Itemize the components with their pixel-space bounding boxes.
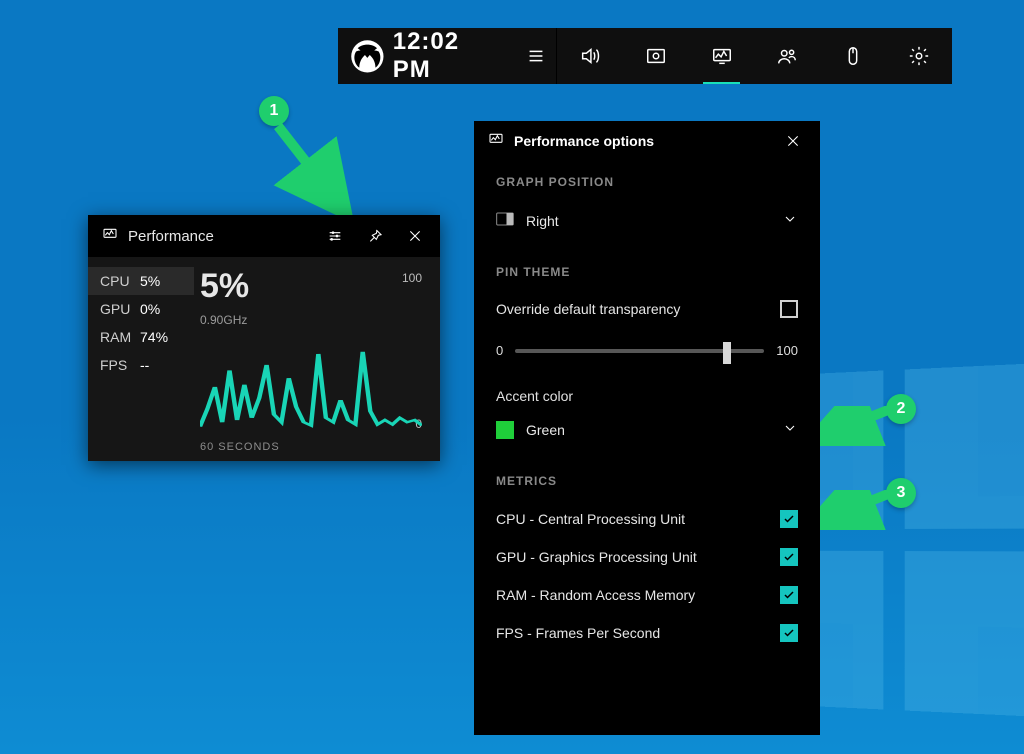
performance-options-panel: Performance options GRAPH POSITION Right… [474, 121, 820, 735]
options-titlebar: Performance options [474, 121, 820, 161]
options-close-button[interactable] [778, 126, 808, 156]
override-transparency-row[interactable]: Override default transparency [496, 291, 798, 327]
override-transparency-checkbox[interactable] [780, 300, 798, 318]
annotation-badge-3: 3 [886, 478, 916, 508]
metric-ram-checkbox[interactable] [780, 586, 798, 604]
slider-max: 100 [776, 343, 798, 358]
metric-list: CPU 5% GPU 0% RAM 74% FPS -- [88, 257, 194, 461]
accent-color-dropdown[interactable]: Green [496, 410, 798, 450]
graph-position-icon [496, 212, 514, 231]
metric-row-cpu[interactable]: CPU 5% [88, 267, 194, 295]
accent-color-value: Green [526, 422, 565, 438]
metric-row-ram[interactable]: RAM 74% [88, 323, 194, 351]
annotation-arrow-3 [808, 490, 898, 530]
performance-titlebar: Performance [88, 215, 440, 257]
audio-icon[interactable] [557, 28, 623, 84]
widgets-list-icon[interactable] [515, 28, 556, 84]
gamebar-time: 12:02 PM [387, 28, 516, 84]
metric-cpu-checkbox[interactable] [780, 510, 798, 528]
annotation-badge-2: 2 [886, 394, 916, 424]
graph-position-label: GRAPH POSITION [496, 175, 798, 189]
accent-color-label: Accent color [496, 388, 798, 404]
metric-gpu-row[interactable]: GPU - Graphics Processing Unit [496, 538, 798, 576]
x-axis-label: 60 SECONDS [200, 441, 280, 453]
performance-widget: Performance CPU 5% GPU 0% RAM 74% [88, 215, 440, 461]
performance-icon[interactable] [689, 28, 755, 84]
pin-theme-label: PIN THEME [496, 265, 798, 279]
cpu-chart [200, 321, 422, 431]
metric-row-gpu[interactable]: GPU 0% [88, 295, 194, 323]
close-button[interactable] [400, 221, 430, 251]
big-metric-value: 5% [200, 269, 422, 303]
mouse-icon[interactable] [820, 28, 886, 84]
metric-fps-row[interactable]: FPS - Frames Per Second [496, 614, 798, 652]
metric-gpu-checkbox[interactable] [780, 548, 798, 566]
metrics-label: METRICS [496, 474, 798, 488]
annotation-badge-1: 1 [259, 96, 289, 126]
metric-row-fps[interactable]: FPS -- [88, 351, 194, 379]
performance-title-icon [102, 226, 118, 247]
graph-position-dropdown[interactable]: Right [496, 201, 798, 241]
graph-position-value: Right [526, 213, 559, 229]
y-axis-max: 100 [402, 271, 422, 285]
slider-track[interactable] [515, 349, 764, 353]
accent-color-swatch [496, 421, 514, 439]
annotation-arrow-2 [808, 406, 898, 446]
performance-title: Performance [128, 228, 310, 245]
metrics-checklist: CPU - Central Processing Unit GPU - Grap… [496, 500, 798, 652]
slider-thumb[interactable] [723, 342, 731, 364]
chevron-down-icon [782, 420, 798, 441]
metric-fps-checkbox[interactable] [780, 624, 798, 642]
pin-button[interactable] [360, 221, 390, 251]
xbox-icon [338, 37, 387, 76]
transparency-slider[interactable]: 0 100 [496, 343, 798, 358]
chevron-down-icon [782, 211, 798, 232]
options-title-icon [488, 131, 504, 152]
performance-settings-button[interactable] [320, 221, 350, 251]
metric-ram-row[interactable]: RAM - Random Access Memory [496, 576, 798, 614]
options-title: Performance options [514, 133, 768, 149]
gamebar: 12:02 PM [338, 28, 952, 84]
social-icon[interactable] [754, 28, 820, 84]
metric-cpu-row[interactable]: CPU - Central Processing Unit [496, 500, 798, 538]
capture-icon[interactable] [623, 28, 689, 84]
slider-min: 0 [496, 343, 503, 358]
settings-icon[interactable] [886, 28, 952, 84]
annotation-arrow-1 [270, 116, 360, 216]
override-transparency-label: Override default transparency [496, 301, 680, 317]
